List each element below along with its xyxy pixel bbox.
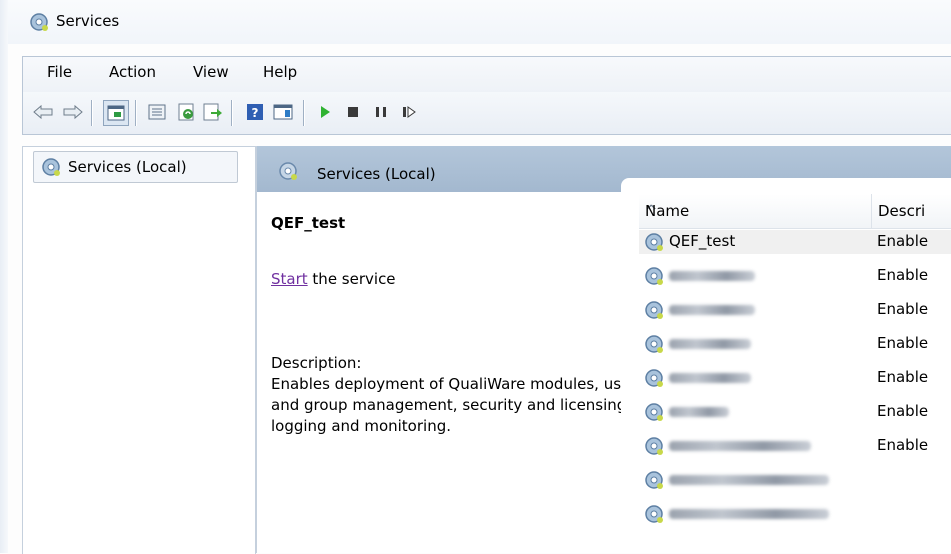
menu-view[interactable]: View xyxy=(191,63,231,81)
service-gear-icon xyxy=(645,403,663,421)
services-gear-icon xyxy=(30,13,48,31)
resume-service-icon[interactable] xyxy=(397,100,421,124)
service-description: Enable xyxy=(877,334,929,352)
service-gear-icon xyxy=(645,369,663,387)
toolbar-separator xyxy=(303,100,304,126)
forward-icon[interactable] xyxy=(61,100,85,124)
show-action-pane-icon[interactable] xyxy=(271,100,295,124)
start-service-suffix: the service xyxy=(307,270,396,288)
service-gear-icon xyxy=(645,335,663,353)
service-row[interactable] xyxy=(639,468,951,492)
redacted-service-name xyxy=(669,441,811,451)
services-list: ^ Name Descri QEF_test Enable Enable Enable… xyxy=(621,178,951,553)
service-row[interactable]: Enable xyxy=(639,434,951,458)
description-text: Enables deployment of QualiWare modules,… xyxy=(271,375,637,435)
service-name: QEF_test xyxy=(669,232,736,250)
show-hide-console-tree-icon[interactable] xyxy=(103,100,129,126)
redacted-service-name xyxy=(669,339,751,349)
services-gear-icon xyxy=(279,162,297,180)
window-left-edge xyxy=(0,0,8,553)
redacted-service-name xyxy=(669,305,755,315)
toolbar: ? xyxy=(22,92,951,135)
service-description: Enable xyxy=(877,232,929,250)
service-description: Enable xyxy=(877,368,929,386)
service-description: Enable xyxy=(877,436,929,454)
redacted-service-name xyxy=(669,373,751,383)
start-service-link[interactable]: Start xyxy=(271,270,308,288)
service-description: Enable xyxy=(877,266,929,284)
service-row[interactable]: QEF_test Enable xyxy=(639,230,951,254)
toolbar-separator xyxy=(231,100,232,126)
service-description: Enable xyxy=(877,300,929,318)
service-gear-icon xyxy=(645,267,663,285)
service-row[interactable]: Enable xyxy=(639,264,951,288)
title-bar: Services xyxy=(8,0,951,44)
console-tree: Services (Local) xyxy=(22,146,256,554)
redacted-service-name xyxy=(669,407,729,417)
service-gear-icon xyxy=(645,301,663,319)
services-gear-icon xyxy=(42,158,60,176)
service-row[interactable]: Enable xyxy=(639,298,951,322)
service-detail-pane: QEF_test Start the service Description: … xyxy=(257,192,637,553)
help-icon[interactable]: ? xyxy=(243,100,267,124)
service-row[interactable]: Enable xyxy=(639,400,951,424)
redacted-service-name xyxy=(669,509,829,519)
selected-service-name: QEF_test xyxy=(271,214,346,232)
column-header-name-label: Name xyxy=(645,202,690,220)
pause-service-icon[interactable] xyxy=(369,100,393,124)
start-service-icon[interactable] xyxy=(313,100,337,124)
services-panel: Services (Local) QEF_test Start the serv… xyxy=(256,146,951,553)
redacted-service-name xyxy=(669,475,829,485)
menu-action[interactable]: Action xyxy=(107,63,158,81)
toolbar-separator xyxy=(135,100,136,126)
service-gear-icon xyxy=(645,471,663,489)
export-list-icon[interactable] xyxy=(201,100,225,124)
service-gear-icon xyxy=(645,505,663,523)
back-icon[interactable] xyxy=(31,100,55,124)
tree-item-label: Services (Local) xyxy=(68,158,187,176)
column-header-description[interactable]: Descri xyxy=(872,194,951,229)
service-row[interactable] xyxy=(639,502,951,526)
service-row[interactable]: Enable xyxy=(639,332,951,356)
service-row[interactable]: Enable xyxy=(639,366,951,390)
column-header-description-label: Descri xyxy=(878,202,926,220)
stop-service-icon[interactable] xyxy=(341,100,365,124)
menu-help[interactable]: Help xyxy=(261,63,299,81)
service-gear-icon xyxy=(645,233,663,251)
description-label: Description: xyxy=(271,354,362,372)
panel-header-title: Services (Local) xyxy=(317,165,436,183)
window-title: Services xyxy=(56,12,120,30)
column-header-name[interactable]: ^ Name xyxy=(639,194,872,229)
menu-file[interactable]: File xyxy=(45,63,74,81)
properties-icon[interactable] xyxy=(145,100,169,124)
svg-text:?: ? xyxy=(252,106,259,120)
toolbar-separator xyxy=(91,100,92,126)
service-gear-icon xyxy=(645,437,663,455)
refresh-icon[interactable] xyxy=(175,100,199,124)
start-service-line: Start the service xyxy=(271,270,396,288)
menu-bar: File Action View Help xyxy=(22,56,951,93)
service-description: Enable xyxy=(877,402,929,420)
tree-item-services-local[interactable]: Services (Local) xyxy=(33,151,238,183)
redacted-service-name xyxy=(669,271,755,281)
